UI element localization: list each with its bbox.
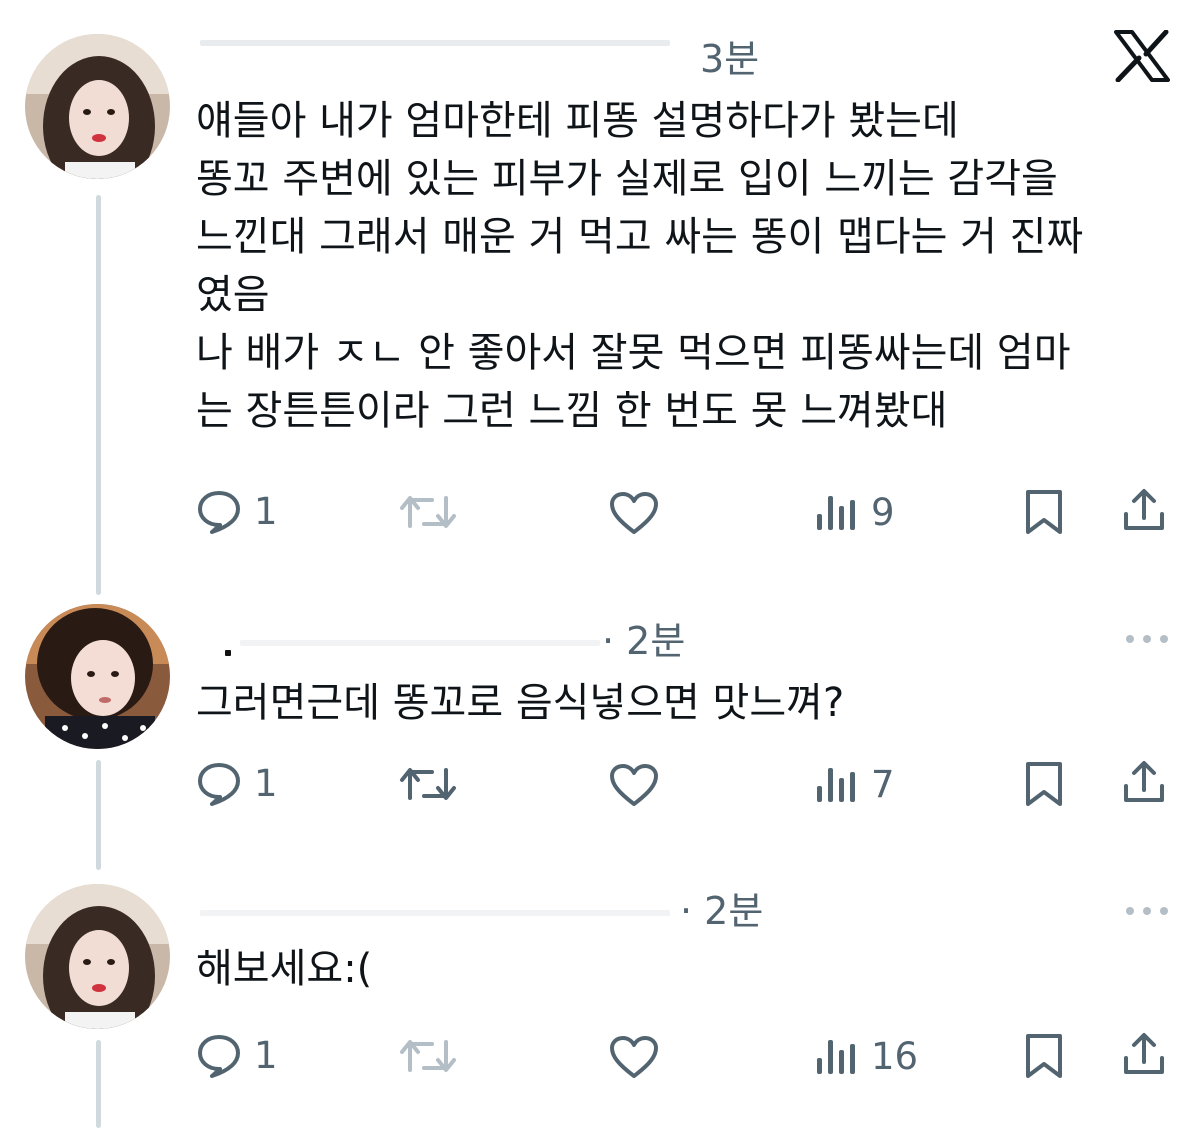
tweet-text-line: 얘들아 내가 엄마한테 피똥 설명하다가 봤는데	[196, 98, 959, 144]
bar-chart-icon	[817, 1040, 855, 1074]
reply-icon	[198, 763, 240, 806]
bookmark-icon	[1026, 490, 1062, 534]
bar-chart-icon	[817, 496, 855, 530]
reply-count: 1	[254, 1033, 278, 1077]
redacted-username	[225, 650, 231, 656]
heart-icon	[610, 764, 658, 806]
tweet-text-line: 였음	[196, 272, 270, 318]
tweet-text: 얘들아 내가 엄마한테 피똥 설명하다가 봤는데 똥꼬 주변에 있는 피부가 실…	[196, 92, 1176, 440]
repost-icon	[400, 768, 456, 800]
view-count: 7	[871, 762, 895, 806]
share-icon	[1124, 1033, 1164, 1074]
like-button[interactable]	[608, 1034, 660, 1080]
view-count: 16	[871, 1034, 919, 1078]
thread-line	[96, 760, 101, 870]
reply-button[interactable]: 1	[196, 488, 278, 534]
share-button[interactable]	[1120, 486, 1168, 534]
bookmark-button[interactable]	[1024, 1032, 1064, 1080]
reply-icon	[198, 491, 240, 534]
like-button[interactable]	[608, 762, 660, 808]
tweet-timestamp[interactable]: 3분	[700, 40, 759, 78]
heart-icon	[610, 492, 658, 534]
reply-count: 1	[254, 489, 278, 533]
views-button[interactable]: 16	[815, 1036, 918, 1076]
avatar[interactable]	[25, 884, 170, 1029]
share-icon	[1124, 761, 1164, 802]
share-button[interactable]	[1120, 758, 1168, 806]
thread-line	[96, 1040, 101, 1128]
repost-icon	[400, 496, 456, 528]
bookmark-button[interactable]	[1024, 488, 1064, 536]
redacted-username	[240, 640, 600, 646]
heart-icon	[610, 1036, 658, 1078]
repost-button[interactable]	[398, 1036, 458, 1076]
redacted-username	[200, 40, 670, 46]
tweet-text: 해보세요:(	[196, 940, 1176, 998]
more-options-icon[interactable]	[1124, 902, 1170, 915]
thread-line	[96, 195, 101, 595]
bookmark-icon	[1026, 1034, 1062, 1078]
x-logo-icon[interactable]	[1114, 29, 1170, 83]
tweet-text-line: 똥꼬 주변에 있는 피부가 실제로 입이 느끼는 감각을	[196, 156, 1058, 202]
reply-icon	[198, 1035, 240, 1078]
more-options-icon[interactable]	[1124, 630, 1170, 643]
tweet-text-line: 해보세요:(	[196, 946, 373, 992]
tweet-text: 그러면근데 똥꼬로 음식넣으면 맛느껴?	[196, 674, 1176, 732]
reply-button[interactable]: 1	[196, 1032, 278, 1078]
bookmark-button[interactable]	[1024, 760, 1064, 808]
reply-count: 1	[254, 761, 278, 805]
tweet-text-line: 그러면근데 똥꼬로 음식넣으면 맛느껴?	[196, 680, 845, 726]
avatar[interactable]	[25, 34, 170, 179]
view-count: 9	[871, 490, 895, 534]
share-icon	[1124, 489, 1164, 530]
like-button[interactable]	[608, 490, 660, 536]
tweet-text-line: 는 장튼튼이라 그런 느낌 한 번도 못 느껴봤대	[196, 388, 948, 434]
redacted-username	[200, 910, 670, 916]
views-button[interactable]: 9	[815, 492, 895, 532]
repost-button[interactable]	[398, 764, 458, 804]
repost-button[interactable]	[398, 492, 458, 532]
views-button[interactable]: 7	[815, 764, 895, 804]
tweet-timestamp[interactable]: · 2분	[602, 622, 685, 660]
tweet-timestamp[interactable]: · 2분	[680, 892, 763, 930]
bookmark-icon	[1026, 762, 1062, 806]
reply-button[interactable]: 1	[196, 760, 278, 806]
repost-icon	[400, 1040, 456, 1072]
tweet-text-line: 느낀대 그래서 매운 거 먹고 싸는 똥이 맵다는 거 진짜	[196, 214, 1084, 260]
share-button[interactable]	[1120, 1030, 1168, 1078]
bar-chart-icon	[817, 768, 855, 802]
avatar[interactable]	[25, 604, 170, 749]
tweet-text-line: 나 배가 ㅈㄴ 안 좋아서 잘못 먹으면 피똥싸는데 엄마	[196, 330, 1071, 376]
